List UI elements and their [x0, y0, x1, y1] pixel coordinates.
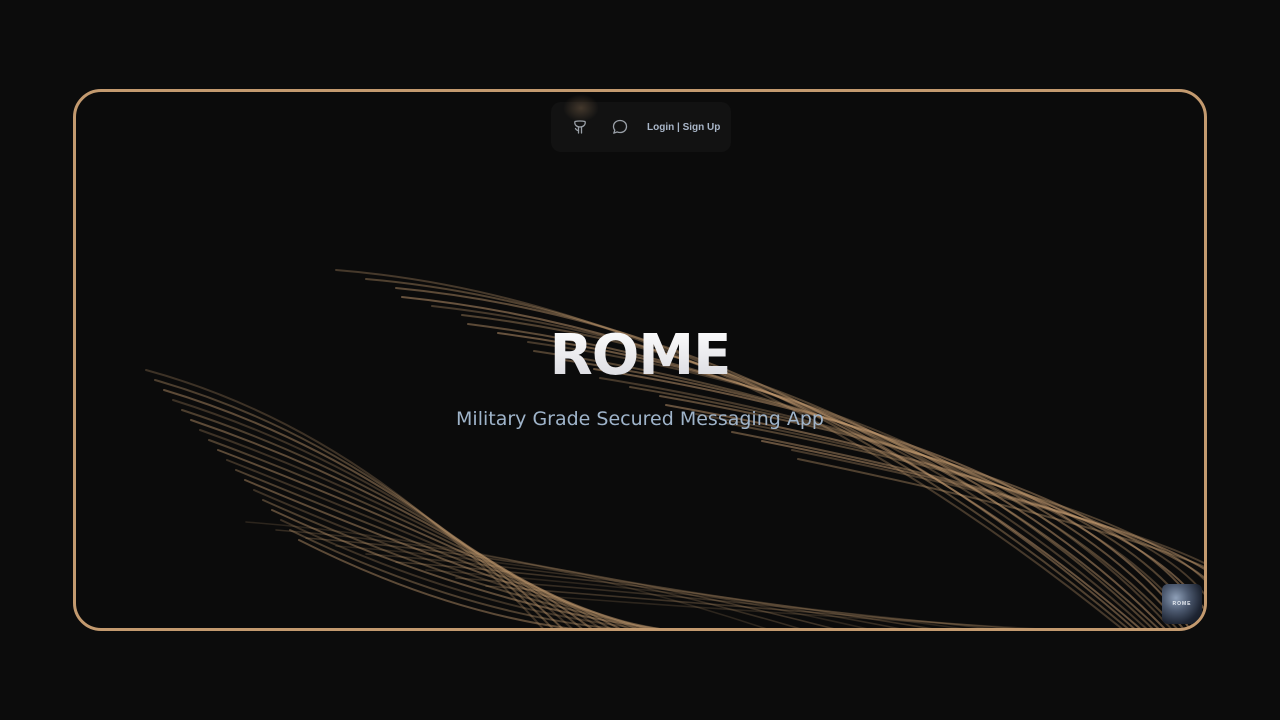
chat-bubble-icon[interactable]: [605, 112, 635, 142]
decorative-line: [695, 413, 1204, 596]
decorative-line: [797, 458, 1204, 568]
hero-title: ROME: [76, 324, 1204, 388]
corner-logo-text: ROME: [1172, 601, 1192, 607]
corner-logo-thumbnail[interactable]: ROME: [1162, 584, 1202, 624]
top-nav-bar: Login | Sign Up: [551, 94, 731, 152]
decorative-line: [791, 449, 1204, 565]
login-signup-link[interactable]: Login | Sign Up: [647, 122, 720, 133]
decorative-line: [226, 459, 630, 628]
hero-subtitle: Military Grade Secured Messaging App: [456, 408, 824, 430]
decorative-line: [761, 440, 1204, 570]
decorative-line: [244, 479, 647, 628]
hero-frame: Login | Sign Up ROME Military Grade Secu…: [73, 89, 1207, 631]
github-icon[interactable]: [565, 112, 595, 142]
decorative-line: [665, 404, 1204, 611]
